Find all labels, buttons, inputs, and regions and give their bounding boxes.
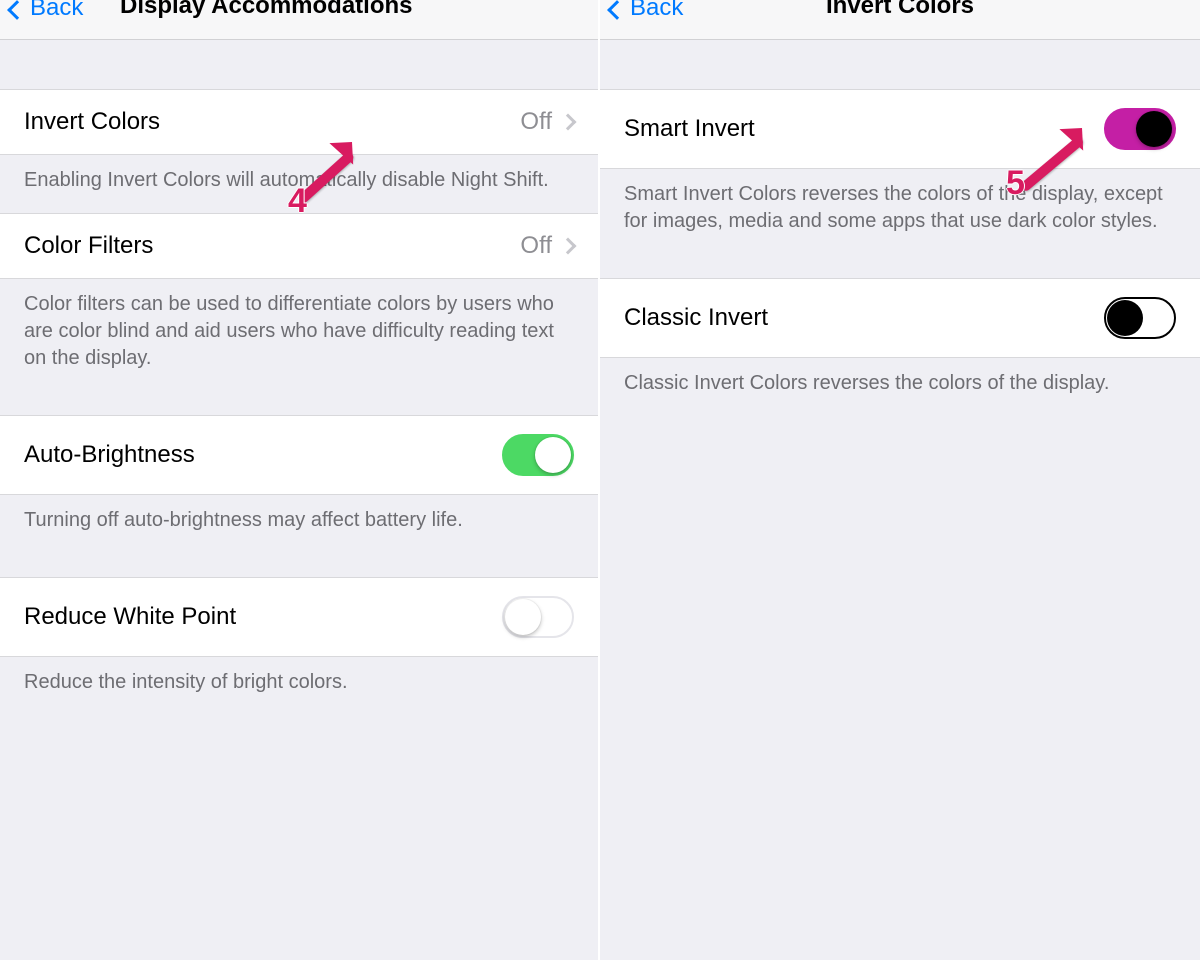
row-label: Invert Colors	[24, 108, 160, 136]
classic-invert-footer: Classic Invert Colors reverses the color…	[600, 358, 1200, 417]
chevron-left-icon	[7, 0, 27, 20]
back-button[interactable]: Back	[610, 0, 683, 22]
invert-colors-footer: Enabling Invert Colors will automaticall…	[0, 155, 598, 214]
reduce-white-point-toggle[interactable]	[502, 596, 574, 638]
row-value: Off	[520, 232, 552, 260]
chevron-left-icon	[607, 0, 627, 20]
color-filters-footer: Color filters can be used to differentia…	[0, 279, 598, 392]
chevron-right-icon	[560, 238, 577, 255]
smart-invert-toggle[interactable]	[1104, 108, 1176, 150]
back-button[interactable]: Back	[10, 0, 83, 22]
smart-invert-footer: Smart Invert Colors reverses the colors …	[600, 169, 1200, 255]
page-title: Invert Colors	[600, 0, 1200, 20]
auto-brightness-row: Auto-Brightness	[0, 415, 598, 495]
nav-header: Back Invert Colors	[600, 0, 1200, 40]
invert-colors-row[interactable]: Invert Colors Off	[0, 89, 598, 155]
reduce-white-point-footer: Reduce the intensity of bright colors.	[0, 657, 598, 716]
smart-invert-row: Smart Invert	[600, 89, 1200, 169]
back-label: Back	[630, 0, 683, 22]
color-filters-row[interactable]: Color Filters Off	[0, 213, 598, 279]
classic-invert-toggle[interactable]	[1104, 297, 1176, 339]
row-label: Reduce White Point	[24, 603, 236, 631]
auto-brightness-footer: Turning off auto-brightness may affect b…	[0, 495, 598, 554]
row-label: Smart Invert	[624, 115, 755, 143]
display-accommodations-pane: Back Display Accommodations Invert Color…	[0, 0, 600, 960]
invert-colors-pane: Back Invert Colors Smart Invert Smart In…	[600, 0, 1200, 960]
classic-invert-row: Classic Invert	[600, 278, 1200, 358]
auto-brightness-toggle[interactable]	[502, 434, 574, 476]
chevron-right-icon	[560, 114, 577, 131]
back-label: Back	[30, 0, 83, 22]
page-title: Display Accommodations	[120, 0, 413, 20]
nav-header: Back Display Accommodations	[0, 0, 598, 40]
section-spacer	[600, 40, 1200, 90]
row-label: Auto-Brightness	[24, 441, 195, 469]
row-label: Classic Invert	[624, 304, 768, 332]
row-value: Off	[520, 108, 552, 136]
row-label: Color Filters	[24, 232, 153, 260]
section-spacer	[0, 40, 598, 90]
reduce-white-point-row: Reduce White Point	[0, 577, 598, 657]
